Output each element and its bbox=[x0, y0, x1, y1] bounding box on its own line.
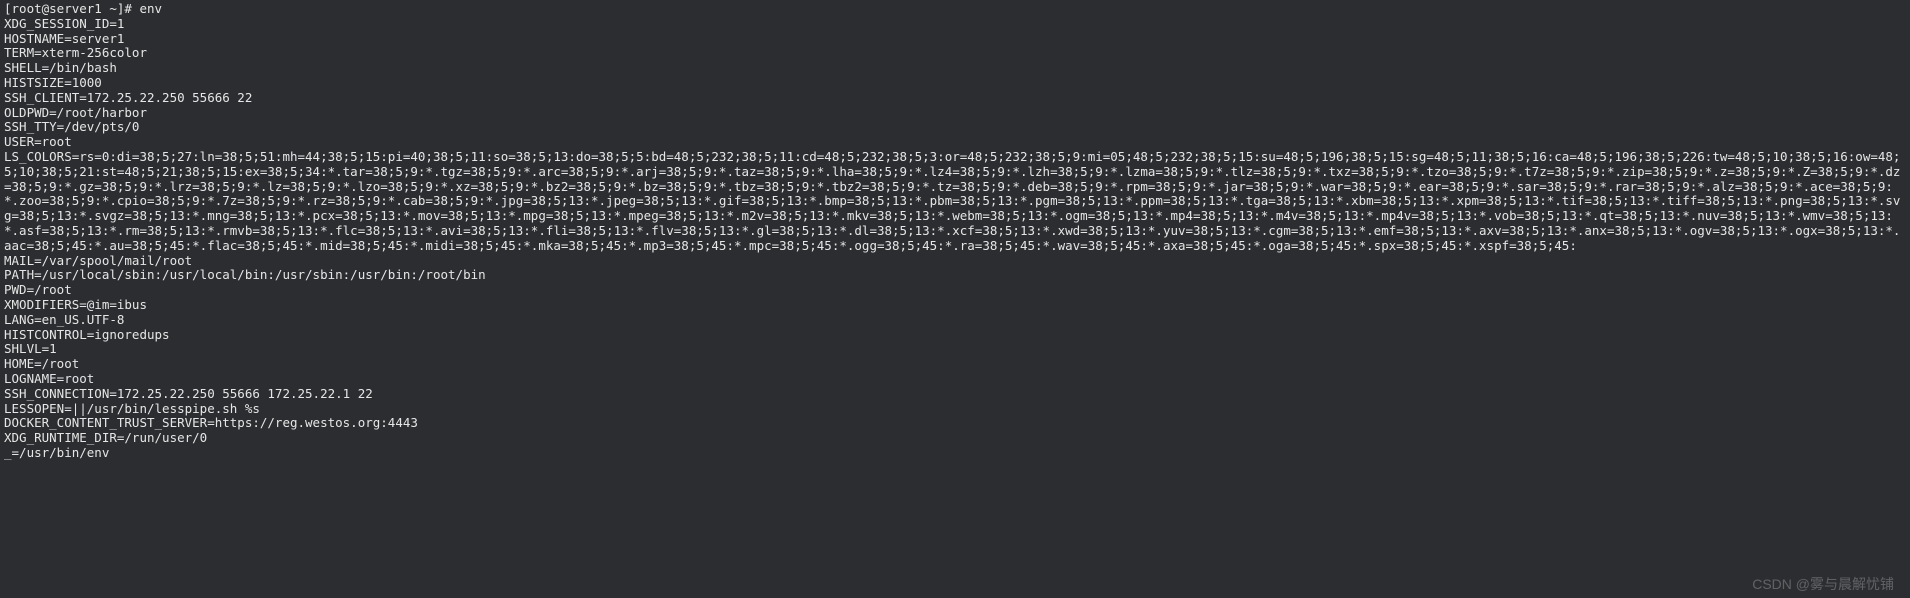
env-line: LOGNAME=root bbox=[4, 371, 94, 386]
env-line: HOSTNAME=server1 bbox=[4, 31, 124, 46]
watermark: CSDN @雾与晨解忧铺 bbox=[1752, 574, 1894, 594]
env-line: SSH_CLIENT=172.25.22.250 55666 22 bbox=[4, 90, 252, 105]
env-line: LESSOPEN=||/usr/bin/lesspipe.sh %s bbox=[4, 401, 260, 416]
env-line: LANG=en_US.UTF-8 bbox=[4, 312, 124, 327]
env-line: USER=root bbox=[4, 134, 72, 149]
terminal-output[interactable]: [root@server1 ~]# env XDG_SESSION_ID=1 H… bbox=[0, 0, 1910, 463]
env-line: HISTSIZE=1000 bbox=[4, 75, 102, 90]
env-line: PWD=/root bbox=[4, 282, 72, 297]
env-line: _=/usr/bin/env bbox=[4, 445, 109, 460]
env-line: XDG_RUNTIME_DIR=/run/user/0 bbox=[4, 430, 207, 445]
env-line: SSH_CONNECTION=172.25.22.250 55666 172.2… bbox=[4, 386, 373, 401]
env-line: LS_COLORS=rs=0:di=38;5;27:ln=38;5;51:mh=… bbox=[4, 149, 1900, 253]
prompt-line: [root@server1 ~]# env bbox=[4, 1, 162, 16]
env-line: HOME=/root bbox=[4, 356, 79, 371]
env-line: MAIL=/var/spool/mail/root bbox=[4, 253, 192, 268]
env-line: DOCKER_CONTENT_TRUST_SERVER=https://reg.… bbox=[4, 415, 418, 430]
env-line: XMODIFIERS=@im=ibus bbox=[4, 297, 147, 312]
env-line: SSH_TTY=/dev/pts/0 bbox=[4, 119, 139, 134]
env-line: PATH=/usr/local/sbin:/usr/local/bin:/usr… bbox=[4, 267, 486, 282]
env-line: XDG_SESSION_ID=1 bbox=[4, 16, 124, 31]
env-line: TERM=xterm-256color bbox=[4, 45, 147, 60]
env-line: OLDPWD=/root/harbor bbox=[4, 105, 147, 120]
env-line: SHLVL=1 bbox=[4, 341, 57, 356]
env-line: HISTCONTROL=ignoredups bbox=[4, 327, 170, 342]
env-line: SHELL=/bin/bash bbox=[4, 60, 117, 75]
